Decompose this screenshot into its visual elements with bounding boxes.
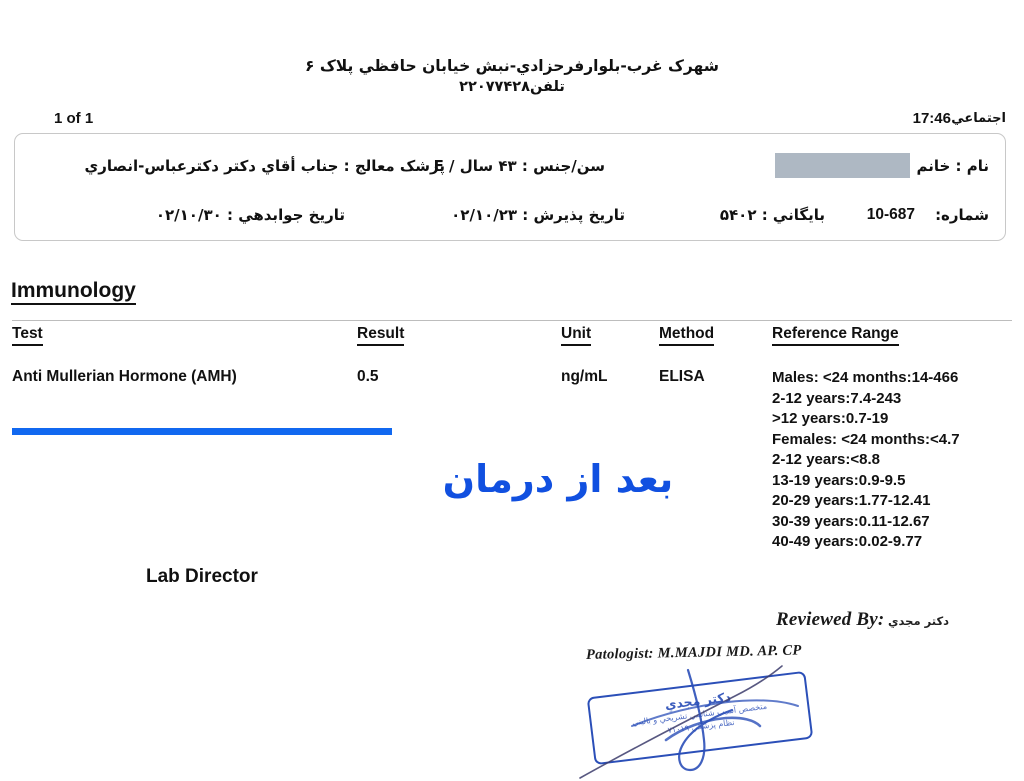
patient-name-label: نام : خانم — [916, 157, 989, 175]
table-top-divider — [12, 320, 1012, 321]
patient-info-row-1: نام : خانم سن/جنس : ۴۳ سال / F پزشک معال… — [15, 144, 1005, 190]
reference-range-line: 40-49 years:0.02-9.77 — [772, 533, 923, 550]
handwritten-signature — [579, 665, 799, 779]
reference-range-line: 30-39 years:0.11-12.67 — [772, 512, 930, 530]
signature-stamp-area: دکتر مجدي متخصص آسيب شناسي تشريحي و بالي… — [570, 662, 870, 781]
patient-name-redaction-box — [775, 153, 910, 178]
pathologist-credentials: Patologist: M.MAJDI MD. AP. CP — [585, 642, 802, 663]
section-title-immunology: Immunology — [11, 279, 136, 306]
handwritten-annotation: بعد از درمان — [442, 457, 674, 501]
reference-range-line: 13-19 years:0.9-9.5 — [772, 471, 906, 489]
column-header-unit: Unit — [561, 325, 592, 346]
reviewer-name-persian: دکتر مجدي — [888, 614, 950, 628]
cell-reference-range: Males: <24 months:14-466 2-12 years:7.4-… — [772, 368, 1022, 553]
reference-range-line: 20-29 years:1.77-12.41 — [772, 492, 931, 509]
clinic-header: شهرک غرب-بلوارفرحزادي-نبش خيابان حافظي پ… — [0, 56, 1024, 97]
clinic-address: شهرک غرب-بلوارفرحزادي-نبش خيابان حافظي پ… — [305, 57, 719, 75]
visit-time: 17:46 — [912, 110, 951, 127]
admission-date: تاريخ پذيرش : ۰۲/۱۰/۲۳ — [451, 206, 625, 224]
result-highlight-bar — [12, 428, 392, 435]
table-row: Anti Mullerian Hormone (AMH) 0.5 ng/mL E… — [12, 368, 1014, 550]
table-header-row: Test Result Unit Method Reference Range — [12, 325, 1014, 351]
reference-range-line: >12 years:0.7-19 — [772, 410, 889, 427]
insurance-type: اجتماعي — [951, 111, 1006, 126]
column-header-result: Result — [357, 325, 405, 346]
cell-method: ELISA — [659, 368, 705, 385]
lab-director-label: Lab Director — [146, 566, 258, 587]
reference-range-line: Females: <24 months:<4.7 — [772, 430, 960, 448]
column-header-method: Method — [659, 325, 715, 346]
file-number: بايگاني : ۵۴۰۲ — [719, 206, 825, 224]
patient-info-card: نام : خانم سن/جنس : ۴۳ سال / F پزشک معال… — [14, 133, 1006, 241]
column-header-reference-range: Reference Range — [772, 325, 899, 346]
results-table: Test Result Unit Method Reference Range … — [12, 325, 1014, 550]
reviewed-by-label: Reviewed By: — [776, 609, 885, 630]
record-number-value: 10-687 — [866, 206, 915, 223]
clinic-phone: تلفن۲۲۰۷۷۴۲۸ — [459, 78, 565, 95]
patient-info-row-2: شماره: 10-687 بايگاني : ۵۴۰۲ تاريخ پذيرش… — [15, 194, 1005, 240]
cell-result: 0.5 — [357, 368, 379, 385]
reference-range-line: Males: <24 months:14-466 — [772, 369, 959, 386]
page-indicator: 1 of 1 — [54, 110, 94, 127]
cell-unit: ng/mL — [561, 368, 608, 385]
reference-range-line: 2-12 years:<8.8 — [772, 451, 881, 468]
record-number-label: شماره: — [935, 206, 989, 224]
cell-test-name: Anti Mullerian Hormone (AMH) — [12, 368, 237, 385]
reference-range-line: 2-12 years:7.4-243 — [772, 389, 902, 407]
report-date: تاريخ جوابدهي : ۰۲/۱۰/۳۰ — [155, 206, 345, 224]
patient-age-sex: سن/جنس : ۴۳ سال / F — [433, 157, 605, 175]
report-meta-strip: 1 of 1 17:46 اجتماعي — [0, 110, 1024, 132]
referring-physician: پزشک معالج : جناب أقاي دکتر دکترعباس-انص… — [84, 157, 445, 175]
column-header-test: Test — [12, 325, 43, 346]
